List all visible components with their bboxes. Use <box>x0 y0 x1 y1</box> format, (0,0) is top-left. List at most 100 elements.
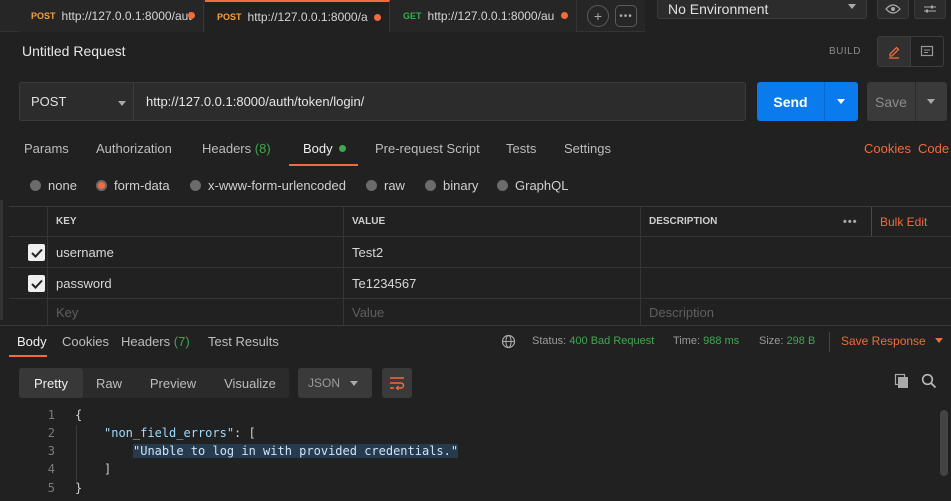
globe-icon[interactable] <box>501 334 516 352</box>
language-label: JSON <box>308 376 341 390</box>
tab-headers[interactable]: Headers (8) <box>202 141 271 156</box>
response-scrollbar[interactable] <box>940 410 948 476</box>
json-string-value: "Unable to log in with provided credenti… <box>133 444 459 458</box>
response-divider[interactable] <box>0 325 951 326</box>
cookies-link[interactable]: Cookies <box>864 141 911 156</box>
format-pretty[interactable]: Pretty <box>19 368 83 398</box>
code-line: ] <box>104 462 112 476</box>
radio-raw[interactable]: raw <box>366 178 405 193</box>
more-tabs-icon[interactable]: ••• <box>615 5 637 27</box>
unsaved-dot-icon <box>561 12 568 19</box>
table-more-icon[interactable]: ••• <box>835 207 875 236</box>
save-response-button[interactable]: Save Response <box>841 334 944 348</box>
radio-label: GraphQL <box>515 178 569 193</box>
size-value: 298 B <box>786 335 816 347</box>
environment-select[interactable]: No Environment <box>657 0 867 19</box>
chevron-down-icon <box>935 338 944 343</box>
method-select[interactable]: POST <box>19 82 133 121</box>
send-options-dropdown[interactable] <box>825 82 858 121</box>
table-row: username Test2 <box>9 237 951 268</box>
unsaved-dot-icon <box>374 14 381 21</box>
param-description[interactable] <box>640 268 951 298</box>
request-tab-1[interactable]: POST http://127.0.0.1:8000/aut <box>19 0 204 32</box>
format-raw[interactable]: Raw <box>83 368 135 398</box>
param-value[interactable]: Test2 <box>343 237 640 267</box>
param-key[interactable]: password <box>47 268 343 298</box>
environment-quick-look-icon[interactable] <box>877 0 909 19</box>
method-label: POST <box>31 94 67 109</box>
radio-none[interactable]: none <box>30 178 77 193</box>
save-options-dropdown[interactable] <box>916 82 947 121</box>
active-response-tab-indicator <box>9 355 47 357</box>
tab-settings[interactable]: Settings <box>564 141 611 156</box>
search-icon[interactable] <box>921 373 937 392</box>
line-number: 3 <box>47 444 55 458</box>
request-tab-2[interactable]: POST http://127.0.0.1:8000/a <box>205 0 390 32</box>
tab-params[interactable]: Params <box>24 141 69 156</box>
format-preview[interactable]: Preview <box>135 368 211 398</box>
response-size: Size: 298 B <box>759 335 815 347</box>
save-label: Save <box>867 82 916 121</box>
radio-label: binary <box>443 178 479 193</box>
new-value-input[interactable]: Value <box>343 299 640 326</box>
tab-method: POST <box>217 12 242 22</box>
radio-circle <box>190 180 201 191</box>
radio-binary[interactable]: binary <box>425 178 478 193</box>
form-data-table: KEY VALUE DESCRIPTION ••• Bulk Edit user… <box>9 206 951 326</box>
tab-tests[interactable]: Tests <box>506 141 536 156</box>
new-tab-icon[interactable]: + <box>587 5 609 27</box>
edit-icon[interactable] <box>878 37 911 66</box>
tab-body[interactable]: Body <box>303 141 346 156</box>
editor-scrollbar[interactable] <box>0 200 3 320</box>
response-tab-cookies[interactable]: Cookies <box>62 334 109 349</box>
status-label: Status: <box>532 335 567 347</box>
request-title[interactable]: Untitled Request <box>22 43 126 59</box>
radio-label: none <box>48 178 77 193</box>
radio-circle <box>425 180 436 191</box>
tab-authorization[interactable]: Authorization <box>96 141 172 156</box>
new-description-input[interactable]: Description <box>640 299 951 326</box>
send-button[interactable]: Send <box>757 82 858 121</box>
chevron-down-icon <box>848 4 856 9</box>
param-key[interactable]: username <box>47 237 343 267</box>
environment-label: No Environment <box>668 1 769 17</box>
url-input[interactable]: http://127.0.0.1:8000/auth/token/login/ <box>133 82 746 121</box>
radio-graphql[interactable]: GraphQL <box>497 178 568 193</box>
body-active-dot-icon <box>338 145 346 152</box>
request-tab-3[interactable]: GET http://127.0.0.1:8000/au <box>391 0 577 32</box>
response-tab-body[interactable]: Body <box>17 334 47 349</box>
col-value-header: VALUE <box>343 207 640 236</box>
new-key-input[interactable]: Key <box>47 299 343 326</box>
tab-pre-request-script[interactable]: Pre-request Script <box>375 141 480 156</box>
radio-circle <box>30 180 41 191</box>
radio-form-data[interactable]: form-data <box>96 178 170 193</box>
chevron-down-icon <box>927 99 935 104</box>
radio-urlencoded[interactable]: x-www-form-urlencoded <box>190 178 346 193</box>
radio-circle-selected <box>96 180 107 191</box>
row-checkbox-icon[interactable] <box>28 275 45 292</box>
response-tab-headers[interactable]: Headers (7) <box>121 334 190 349</box>
bulk-edit-link[interactable]: Bulk Edit <box>871 207 951 236</box>
tab-headers-label: Headers <box>202 141 252 156</box>
param-description[interactable] <box>640 237 951 267</box>
format-visualize[interactable]: Visualize <box>211 368 289 398</box>
comments-icon[interactable] <box>911 37 943 66</box>
radio-label: x-www-form-urlencoded <box>208 178 346 193</box>
copy-icon[interactable] <box>894 373 910 392</box>
save-button[interactable]: Save <box>867 82 947 121</box>
language-select[interactable]: JSON <box>298 368 372 398</box>
row-checkbox-icon[interactable] <box>28 244 45 261</box>
tab-url: http://127.0.0.1:8000/a <box>247 10 368 24</box>
size-label: Size: <box>759 335 784 347</box>
tab-method: POST <box>31 11 56 21</box>
line-number: 1 <box>47 408 55 422</box>
response-time: Time: 988 ms <box>673 335 739 347</box>
radio-circle <box>366 180 377 191</box>
wrap-lines-icon[interactable] <box>382 368 412 398</box>
time-value: 988 ms <box>703 335 740 347</box>
manage-environments-icon[interactable] <box>914 0 946 19</box>
line-number: 2 <box>47 426 55 440</box>
param-value[interactable]: Te1234567 <box>343 268 640 298</box>
code-link[interactable]: Code <box>918 141 949 156</box>
response-tab-test-results[interactable]: Test Results <box>208 334 279 349</box>
